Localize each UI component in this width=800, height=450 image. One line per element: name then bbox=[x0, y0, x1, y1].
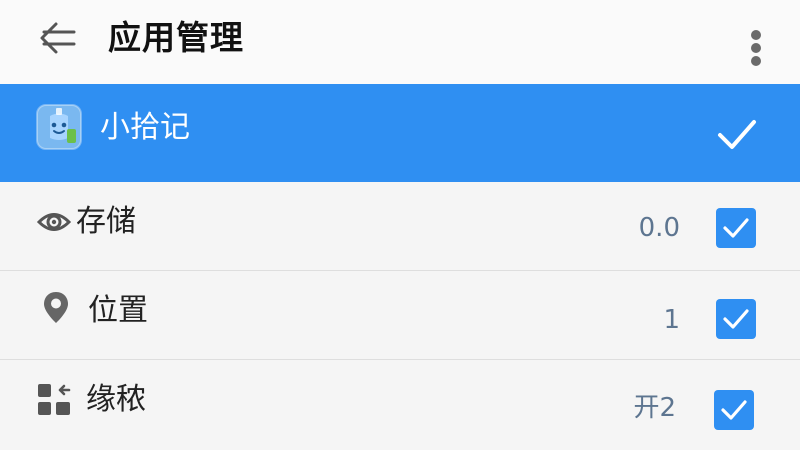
permission-row-widgets[interactable]: 缘秾 开2 bbox=[0, 360, 800, 448]
app-icon-xiaoshiji bbox=[36, 104, 82, 150]
permission-label: 位置 bbox=[88, 293, 148, 328]
check-icon bbox=[723, 218, 749, 238]
permission-row-location[interactable]: 位置 1 bbox=[0, 271, 800, 360]
check-icon bbox=[721, 400, 747, 420]
permission-value: 1 bbox=[663, 305, 680, 335]
app-name: 小拾记 bbox=[100, 110, 190, 145]
permission-checkbox-storage[interactable] bbox=[716, 208, 756, 248]
more-options-button[interactable] bbox=[744, 28, 768, 68]
more-dot bbox=[751, 43, 761, 53]
permission-checkbox-location[interactable] bbox=[716, 299, 756, 339]
permission-label: 存储 bbox=[76, 204, 136, 239]
more-dot bbox=[751, 56, 761, 66]
check-icon bbox=[723, 309, 749, 329]
permission-row-storage[interactable]: 存储 0.0 bbox=[0, 182, 800, 271]
top-app-bar: 应用管理 bbox=[0, 0, 800, 85]
widgets-icon bbox=[38, 384, 71, 415]
location-pin-icon bbox=[44, 292, 68, 323]
back-button[interactable] bbox=[34, 18, 80, 58]
check-icon[interactable] bbox=[714, 114, 760, 154]
permission-checkbox-widgets[interactable] bbox=[714, 390, 754, 430]
arrow-left-icon bbox=[40, 22, 76, 54]
app-management-screen: 应用管理 小拾记 存储 0.0 位置 1 缘秾 开2 bbox=[0, 0, 800, 450]
storage-eye-icon bbox=[36, 213, 72, 231]
page-title: 应用管理 bbox=[108, 18, 244, 57]
permission-value: 开2 bbox=[633, 393, 676, 423]
app-row-selected[interactable]: 小拾记 bbox=[0, 84, 800, 182]
permission-value: 0.0 bbox=[638, 213, 680, 243]
more-vertical-icon bbox=[751, 30, 761, 40]
permission-label: 缘秾 bbox=[86, 382, 146, 417]
